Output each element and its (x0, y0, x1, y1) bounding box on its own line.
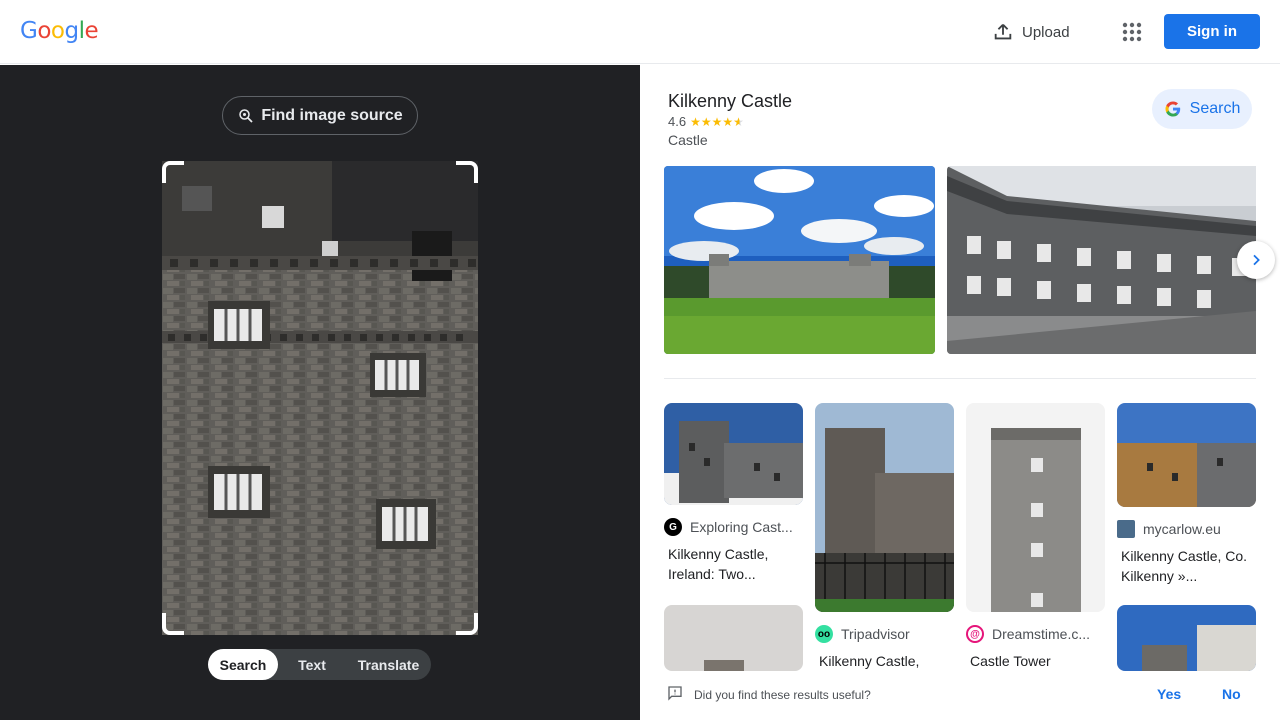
grid-icon (1122, 22, 1142, 42)
crop-corner-bottom-right[interactable] (456, 613, 478, 635)
castle-photo-2[interactable] (947, 166, 1256, 354)
result-source: mycarlow.eu (1117, 520, 1256, 538)
google-logo[interactable]: Google (20, 18, 99, 44)
result-card[interactable]: mycarlow.eu Kilkenny Castle, Co. Kilkenn… (1117, 403, 1256, 586)
knowledge-panel-subtitle: Castle (668, 132, 708, 148)
mycarlow-icon (1117, 520, 1135, 538)
mode-text-tab[interactable]: Text (278, 649, 346, 680)
logo-letter: o (50, 18, 65, 44)
results-panel: Kilkenny Castle 4.6 ★★★★★ Castle Search (640, 65, 1280, 720)
upload-button[interactable]: Upload (992, 20, 1070, 44)
google-apps-icon[interactable] (1120, 20, 1144, 44)
dreamstime-swirl-icon: @ (966, 625, 984, 643)
feedback-no-button[interactable]: No (1222, 686, 1241, 702)
result-thumbnail (815, 403, 954, 612)
result-thumbnail (1117, 605, 1256, 671)
knowledge-search-label: Search (1189, 100, 1241, 117)
result-card[interactable]: oo Tripadvisor Kilkenny Castle, (815, 403, 954, 671)
castle-photo-1[interactable] (664, 166, 935, 354)
crop-corner-top-right[interactable] (456, 161, 478, 183)
result-title: Kilkenny Castle, Ireland: Two... (668, 546, 769, 582)
result-source: oo Tripadvisor (815, 625, 954, 643)
rating-row: 4.6 ★★★★★ (668, 114, 744, 129)
logo-letter: g (64, 18, 79, 44)
logo-letter: G (20, 18, 38, 44)
source-name: Exploring Cast... (690, 519, 793, 535)
result-source: G Exploring Cast... (664, 518, 803, 536)
chevron-right-icon (1253, 254, 1260, 266)
knowledge-panel-title[interactable]: Kilkenny Castle (668, 91, 792, 112)
rating-value: 4.6 (668, 114, 687, 129)
result-card[interactable]: G Exploring Cast... Kilkenny Castle, Ire… (664, 403, 803, 584)
logo-letter: o (37, 18, 51, 44)
feedback-icon (668, 686, 682, 701)
castle-lawn-image (664, 166, 935, 354)
result-thumbnail (664, 403, 803, 505)
lens-mode-switch: Search Text Translate (208, 649, 431, 680)
tripadvisor-owl-icon: oo (815, 625, 833, 643)
castle-facade-image (947, 166, 1256, 354)
query-image-panel: Find image source Search Text Translate (0, 65, 640, 720)
result-source: @ Dreamstime.c... (966, 625, 1105, 643)
result-thumbnail (966, 403, 1105, 612)
google-g-icon (1165, 101, 1180, 117)
result-title: Castle Tower (970, 653, 1051, 669)
result-title: Kilkenny Castle, Co. Kilkenny »... (1121, 548, 1248, 584)
upload-label: Upload (1022, 23, 1070, 41)
carousel-next-button[interactable] (1237, 241, 1275, 279)
result-thumbnail (1117, 403, 1256, 507)
crop-corner-top-left[interactable] (162, 161, 184, 183)
result-thumbnail (664, 605, 803, 671)
mode-search-tab[interactable]: Search (208, 649, 278, 680)
sign-in-button[interactable]: Sign in (1164, 14, 1260, 49)
upload-icon (994, 24, 1012, 40)
source-favicon-icon: G (664, 518, 682, 536)
knowledge-search-button[interactable]: Search (1152, 89, 1252, 129)
castle-wall-image (162, 161, 478, 635)
query-image[interactable] (162, 161, 478, 635)
crop-corner-bottom-left[interactable] (162, 613, 184, 635)
logo-letter: e (84, 18, 99, 44)
feedback-bar: Did you find these results useful? Yes N… (640, 671, 1280, 720)
mode-translate-tab[interactable]: Translate (346, 649, 431, 680)
feedback-yes-button[interactable]: Yes (1157, 686, 1181, 702)
result-card[interactable] (1117, 605, 1256, 671)
source-name: mycarlow.eu (1143, 521, 1221, 537)
find-image-source-button[interactable]: Find image source (222, 96, 418, 135)
result-card[interactable]: @ Dreamstime.c... Castle Tower (966, 403, 1105, 671)
section-divider (664, 378, 1256, 379)
source-name: Dreamstime.c... (992, 626, 1091, 642)
feedback-question: Did you find these results useful? (694, 688, 871, 702)
source-name: Tripadvisor (841, 626, 910, 642)
top-bar: Google Upload Sign in (0, 0, 1280, 64)
result-title: Kilkenny Castle, (819, 653, 920, 669)
lens-search-icon (239, 108, 253, 123)
result-card[interactable] (664, 605, 803, 671)
find-image-source-label: Find image source (261, 106, 403, 124)
rating-stars-icon: ★★★★★ (690, 114, 744, 129)
